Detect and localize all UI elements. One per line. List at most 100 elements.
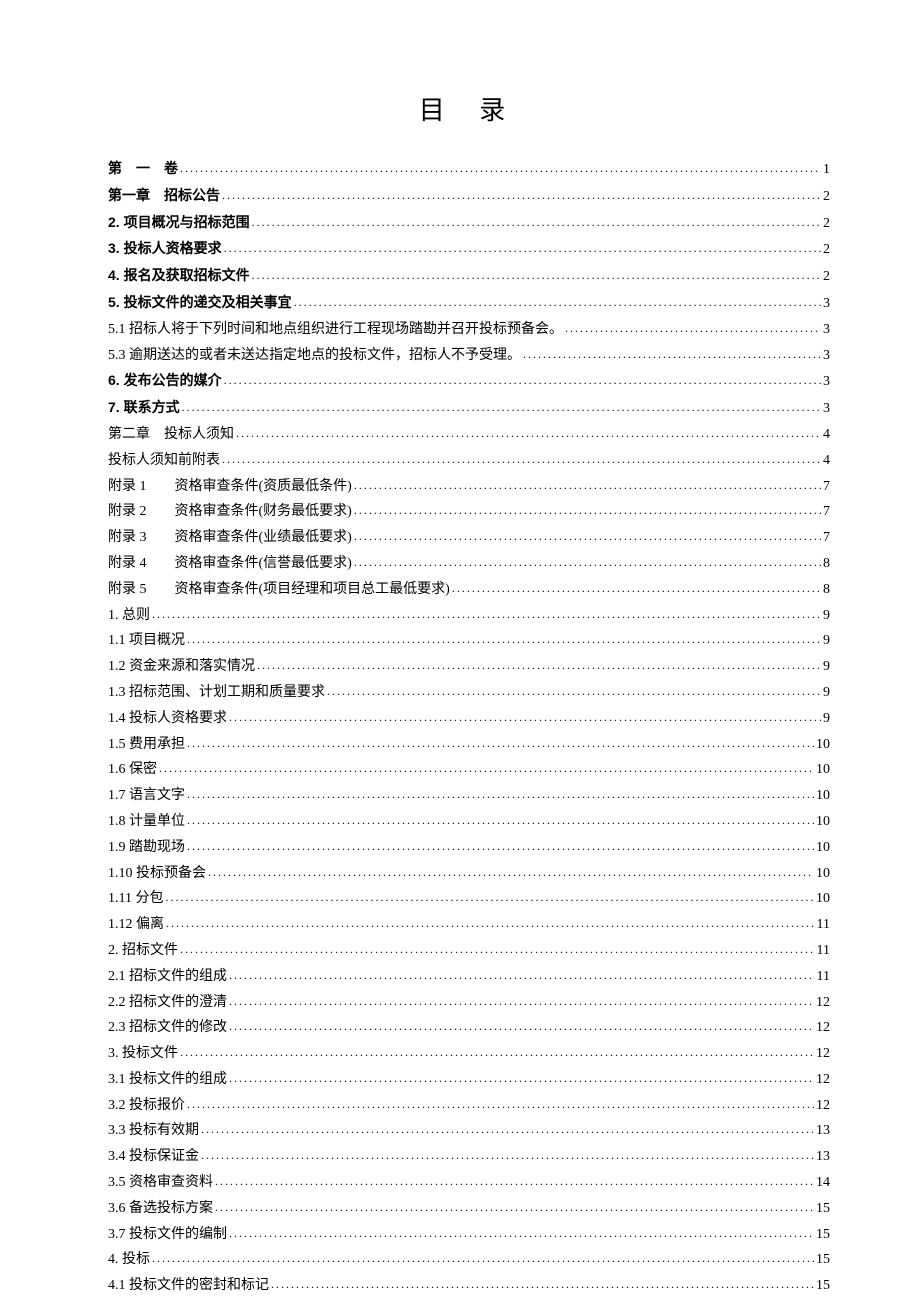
toc-entry: 1.8 计量单位10	[108, 810, 830, 834]
toc-entry-page: 3	[823, 344, 830, 368]
toc-entry-page: 15	[816, 1197, 830, 1221]
toc-entry-label: 1.2 资金来源和落实情况	[108, 655, 255, 679]
toc-entry-label: 4. 投标	[108, 1248, 150, 1272]
toc-entry: 6. 发布公告的媒介3	[108, 369, 830, 394]
toc-entry: 3. 投标文件12	[108, 1042, 830, 1066]
toc-entry-prefix: 附录 4	[108, 552, 147, 576]
toc-entry: 2. 项目概况与招标范围2	[108, 211, 830, 236]
toc-leader	[294, 292, 821, 312]
toc-entry-page: 13	[816, 1119, 830, 1143]
toc-entry: 3.7 投标文件的编制15	[108, 1223, 830, 1247]
toc-entry-page: 9	[823, 707, 830, 731]
toc-leader	[229, 965, 815, 985]
toc-leader	[252, 265, 821, 285]
toc-title: 目 录	[108, 90, 830, 127]
toc-entry-label: 3.1 投标文件的组成	[108, 1068, 227, 1092]
toc-entry-page: 11	[817, 939, 830, 963]
toc-leader	[354, 475, 821, 495]
toc-entry-page: 7	[823, 475, 830, 499]
toc-leader	[271, 1274, 814, 1294]
toc-entries: 第 一 卷1第一章 招标公告22. 项目概况与招标范围23. 投标人资格要求24…	[108, 157, 830, 1298]
toc-entry: 5.1 招标人将于下列时间和地点组织进行工程现场踏勘并召开投标预备会。3	[108, 318, 830, 342]
toc-leader	[354, 552, 821, 572]
toc-entry-page: 9	[823, 629, 830, 653]
toc-entry-page: 8	[823, 552, 830, 576]
toc-leader	[180, 158, 821, 178]
toc-entry-label: 5. 投标文件的递交及相关事宜	[108, 291, 292, 315]
toc-entry: 第一章 招标公告2	[108, 184, 830, 209]
toc-entry-page: 15	[816, 1274, 830, 1298]
toc-entry-page: 2	[823, 212, 830, 236]
toc-entry: 4.1 投标文件的密封和标记 15	[108, 1274, 830, 1298]
toc-entry-page: 9	[823, 681, 830, 705]
toc-leader	[229, 707, 821, 727]
toc-entry-label: 资格审查条件(项目经理和项目总工最低要求)	[175, 578, 450, 602]
toc-leader	[208, 862, 814, 882]
toc-leader	[565, 318, 821, 338]
toc-leader	[187, 629, 821, 649]
toc-entry: 1.6 保密 10	[108, 758, 830, 782]
toc-entry-label: 投标人须知前附表	[108, 449, 220, 473]
toc-entry: 3.5 资格审查资料 14	[108, 1171, 830, 1195]
toc-entry: 1.2 资金来源和落实情况9	[108, 655, 830, 679]
toc-entry: 投标人须知前附表 4	[108, 449, 830, 473]
toc-leader	[187, 784, 814, 804]
toc-entry-label: 1.9 踏勘现场	[108, 836, 185, 860]
toc-leader	[180, 1042, 814, 1062]
toc-entry-page: 11	[817, 965, 830, 989]
toc-entry-page: 3	[823, 318, 830, 342]
toc-entry: 4. 报名及获取招标文件2	[108, 264, 830, 289]
toc-entry: 3.4 投标保证金13	[108, 1145, 830, 1169]
toc-entry-page: 8	[823, 578, 830, 602]
toc-entry-page: 12	[816, 1016, 830, 1040]
toc-entry-page: 15	[816, 1248, 830, 1272]
toc-entry-page: 14	[816, 1171, 830, 1195]
toc-entry-label: 1.10 投标预备会	[108, 862, 206, 886]
toc-leader	[159, 758, 814, 778]
toc-entry-label: 3. 投标文件	[108, 1042, 178, 1066]
toc-entry-label: 2. 招标文件	[108, 939, 178, 963]
toc-entry-page: 2	[823, 238, 830, 262]
toc-entry-page: 12	[816, 991, 830, 1015]
toc-entry-prefix: 附录 1	[108, 475, 147, 499]
toc-entry-label: 4.1 投标文件的密封和标记	[108, 1274, 269, 1298]
toc-entry: 3. 投标人资格要求2	[108, 237, 830, 262]
toc-entry-label: 1.4 投标人资格要求	[108, 707, 227, 731]
toc-leader	[166, 913, 815, 933]
toc-leader	[215, 1171, 814, 1191]
toc-entry: 1.10 投标预备会 10	[108, 862, 830, 886]
toc-entry-page: 7	[823, 500, 830, 524]
toc-leader	[257, 655, 821, 675]
toc-entry-prefix: 附录 2	[108, 500, 147, 524]
toc-entry: 附录 4资格审查条件(信誉最低要求)8	[108, 552, 830, 576]
toc-entry: 3.2 投标报价12	[108, 1094, 830, 1118]
toc-entry-page: 12	[816, 1068, 830, 1092]
toc-entry-page: 2	[823, 265, 830, 289]
toc-entry-label: 3.7 投标文件的编制	[108, 1223, 227, 1247]
toc-entry: 5. 投标文件的递交及相关事宜 3	[108, 291, 830, 316]
toc-entry-page: 10	[816, 758, 830, 782]
toc-leader	[222, 449, 821, 469]
toc-entry-label: 第一章 招标公告	[108, 184, 220, 208]
toc-entry-page: 7	[823, 526, 830, 550]
toc-entry-label: 第二章 投标人须知	[108, 423, 234, 447]
toc-entry-label: 1.11 分包	[108, 887, 163, 911]
toc-entry-label: 3.5 资格审查资料	[108, 1171, 213, 1195]
toc-entry: 附录 5资格审查条件(项目经理和项目总工最低要求)8	[108, 578, 830, 602]
toc-leader	[215, 1197, 814, 1217]
toc-leader	[187, 733, 814, 753]
toc-leader	[354, 526, 821, 546]
toc-entry-label: 资格审查条件(资质最低条件)	[175, 475, 352, 499]
toc-entry-page: 10	[816, 862, 830, 886]
toc-entry-page: 9	[823, 604, 830, 628]
toc-entry: 附录 2资格审查条件(财务最低要求)7	[108, 500, 830, 524]
toc-entry-page: 4	[823, 449, 830, 473]
toc-entry-label: 1.6 保密	[108, 758, 157, 782]
toc-entry: 5.3 逾期送达的或者未送达指定地点的投标文件，招标人不予受理。3	[108, 344, 830, 368]
toc-entry-label: 1.7 语言文字	[108, 784, 185, 808]
toc-entry-page: 3	[823, 292, 830, 316]
toc-leader	[187, 836, 814, 856]
toc-leader	[452, 578, 821, 598]
toc-entry: 附录 3资格审查条件(业绩最低要求)7	[108, 526, 830, 550]
toc-entry-label: 2.1 招标文件的组成	[108, 965, 227, 989]
